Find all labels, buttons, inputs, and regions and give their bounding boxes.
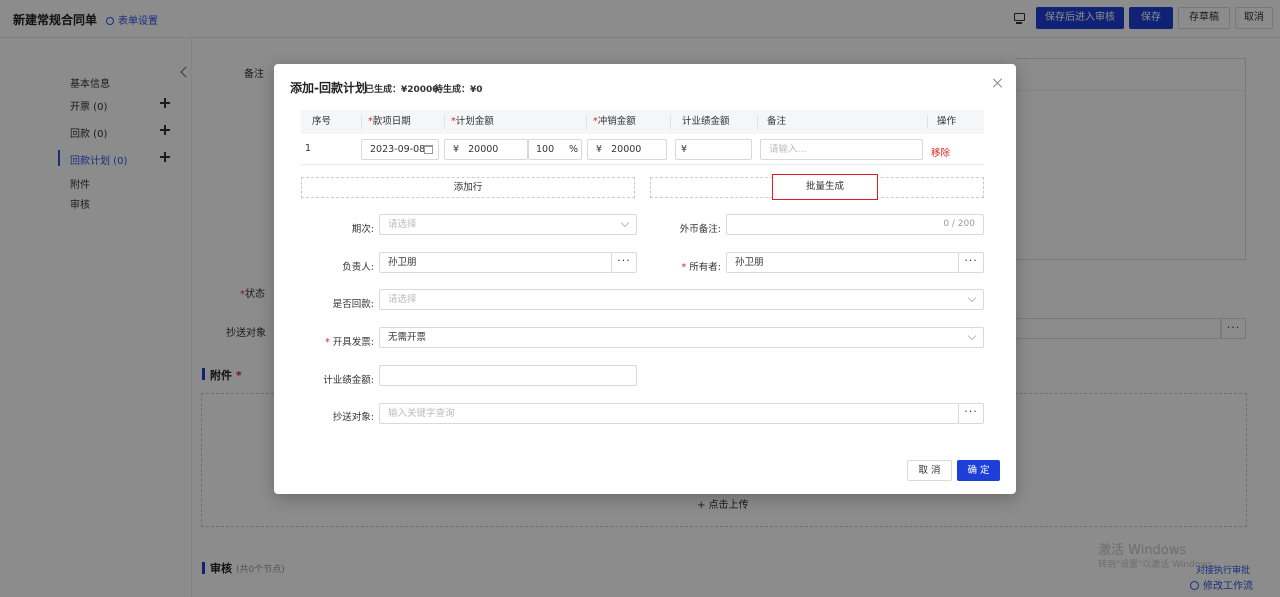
row-index: 1 xyxy=(305,143,312,154)
perf-amount-field[interactable] xyxy=(379,365,637,386)
owner-input[interactable]: 孙卫朋 xyxy=(379,252,612,273)
percent-input[interactable]: 100 % xyxy=(528,139,582,160)
cc-field-label: 抄送对象: xyxy=(332,412,374,423)
is-paid-select[interactable]: 请选择 xyxy=(379,289,984,310)
pending-amount: 待生成：¥0 xyxy=(434,85,483,95)
perf-amount-input[interactable]: ¥ xyxy=(675,139,752,160)
chevron-down-icon xyxy=(967,331,977,341)
chevron-down-icon xyxy=(967,293,977,303)
invoice-label: * 开具发票: xyxy=(325,337,374,348)
col-remark: 备注 xyxy=(767,116,787,127)
holder-label: * 所有者: xyxy=(681,262,721,273)
calendar-icon xyxy=(424,145,433,154)
remove-row-link[interactable]: 移除 xyxy=(931,145,950,159)
owner-label: 负责人: xyxy=(342,262,374,273)
cc-picker-button[interactable]: ··· xyxy=(958,403,984,424)
divider xyxy=(361,115,362,129)
col-offset-amount: *冲销金额 xyxy=(593,116,636,127)
holder-input[interactable]: 孙卫朋 xyxy=(726,252,959,273)
col-plan-amount: *计划金额 xyxy=(451,116,494,127)
divider xyxy=(586,115,587,129)
row-remark-input[interactable]: 请输入... xyxy=(760,139,923,160)
perf-amount-label: 计业绩金额: xyxy=(323,375,374,386)
col-index: 序号 xyxy=(312,116,332,127)
payment-plan-modal: 添加-回款计划 已生成：¥20000 待生成：¥0 序号 *款项日期 *计划金额… xyxy=(274,64,1016,494)
period-select[interactable]: 请选择 xyxy=(379,214,637,235)
chevron-down-icon xyxy=(620,218,630,228)
modal-ok-button[interactable]: 确 定 xyxy=(957,460,1000,481)
fx-remark-input[interactable]: 0 / 200 xyxy=(726,214,984,235)
char-counter: 0 / 200 xyxy=(943,219,975,229)
divider xyxy=(444,115,445,129)
period-label: 期次: xyxy=(351,224,374,235)
fx-remark-label: 外币备注: xyxy=(679,224,721,235)
date-picker[interactable]: 2023-09-08 xyxy=(361,139,439,160)
col-perf-amount: 计业绩金额 xyxy=(682,116,730,127)
divider xyxy=(670,115,671,129)
invoice-select[interactable]: 无需开票 xyxy=(379,327,984,348)
divider xyxy=(301,164,984,165)
table-header: 序号 *款项日期 *计划金额 *冲销金额 计业绩金额 备注 操作 xyxy=(301,110,984,134)
cc-search-input[interactable]: 输入关键字查询 xyxy=(379,403,959,424)
close-icon[interactable] xyxy=(992,77,1004,89)
divider xyxy=(927,115,928,129)
modal-title: 添加-回款计划 xyxy=(290,81,367,95)
modal-cancel-button[interactable]: 取 消 xyxy=(907,460,952,481)
is-paid-label: 是否回款: xyxy=(332,299,374,310)
col-date: *款项日期 xyxy=(368,116,411,127)
add-row-button[interactable]: 添加行 xyxy=(301,177,635,198)
offset-amount-input[interactable]: ¥ 20000 xyxy=(587,139,667,160)
holder-picker-button[interactable]: ··· xyxy=(958,252,984,273)
generated-amount: 已生成：¥20000 xyxy=(365,85,439,95)
batch-generate-button[interactable]: 批量生成 xyxy=(772,174,878,200)
plan-amount-input[interactable]: ¥ 20000 xyxy=(444,139,528,160)
divider xyxy=(757,115,758,129)
col-action: 操作 xyxy=(937,116,957,127)
owner-picker-button[interactable]: ··· xyxy=(611,252,637,273)
